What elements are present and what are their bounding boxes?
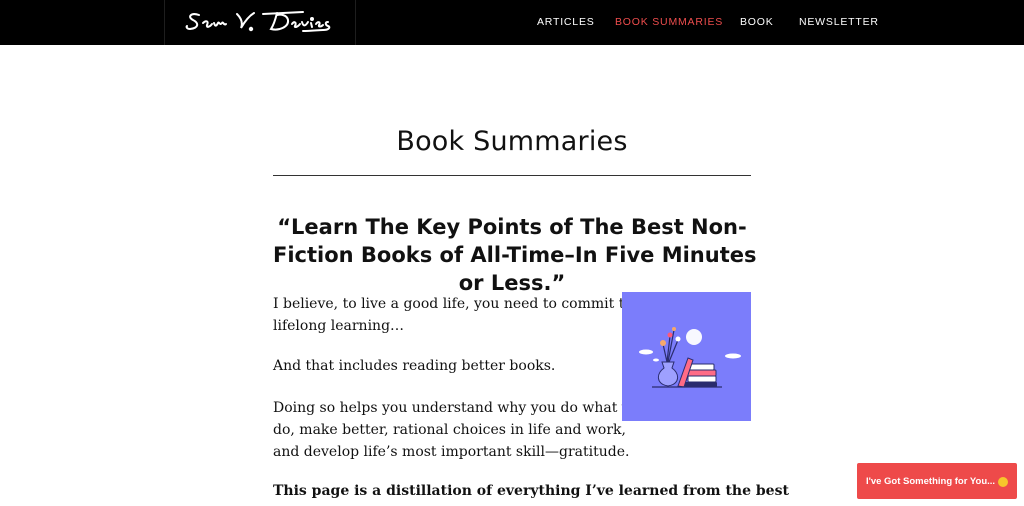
nav-newsletter[interactable]: NEWSLETTER — [799, 16, 879, 28]
books-vase-icon — [639, 327, 741, 388]
books-paragraph: And that includes reading better books. — [273, 355, 618, 377]
headline-quote: “Learn The Key Points of The Best Non- F… — [273, 213, 757, 297]
paragraph-line: And that includes reading better books. — [273, 358, 556, 374]
paragraph-line: Doing so helps you understand why you do… — [273, 400, 648, 416]
benefits-paragraph: Doing so helps you understand why you do… — [273, 397, 648, 463]
paragraph-line: lifelong learning… — [273, 318, 405, 334]
books-vase-illustration — [622, 292, 751, 421]
page-title: Book Summaries — [396, 126, 628, 158]
distillation-paragraph: This page is a distillation of everythin… — [273, 480, 789, 502]
promo-label: I've Got Something for You... — [865, 475, 996, 487]
signature-logo-icon — [185, 11, 331, 32]
paragraph-line: This page is a distillation of everythin… — [273, 483, 789, 499]
intro-paragraph: I believe, to live a good life, you need… — [273, 293, 633, 337]
paragraph-line: do, make better, rational choices in lif… — [273, 422, 626, 438]
promo-popup-button[interactable]: I've Got Something for You... — [857, 463, 1017, 499]
nav-articles[interactable]: ARTICLES — [537, 16, 595, 28]
paragraph-line: and develop life’s most important skill—… — [273, 444, 630, 460]
nav-book-summaries[interactable]: BOOK SUMMARIES — [615, 16, 723, 28]
smile-emoji-icon — [998, 477, 1009, 487]
title-divider — [273, 175, 751, 176]
paragraph-line: I believe, to live a good life, you need… — [273, 296, 633, 312]
site-header: ARTICLES BOOK SUMMARIES BOOK NEWSLETTER — [0, 0, 1024, 45]
headline-line: Fiction Books of All-Time–In Five Minute… — [273, 243, 757, 268]
headline-line: “Learn The Key Points of The Best Non- — [277, 215, 747, 240]
nav-book[interactable]: BOOK — [740, 16, 774, 28]
site-logo[interactable] — [164, 0, 356, 45]
